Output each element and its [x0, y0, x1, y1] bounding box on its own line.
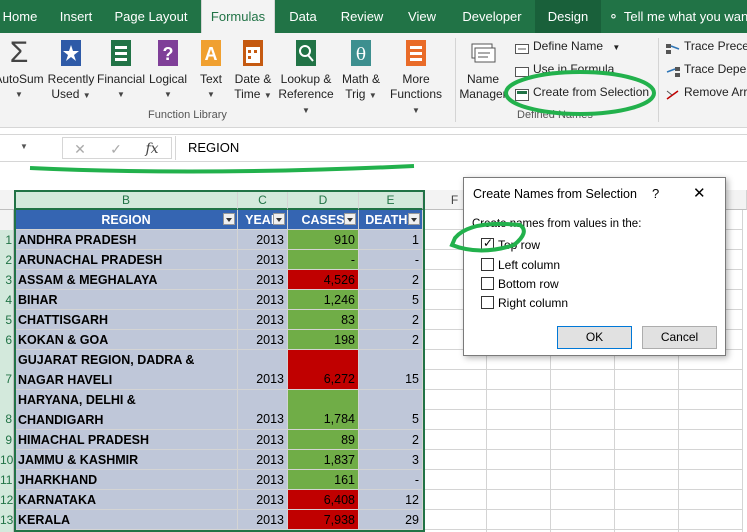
annotation-circle	[504, 70, 656, 116]
annotation-overlay	[29, 70, 656, 253]
annotation-scribble	[449, 221, 526, 253]
excel-window: Home Insert Page Layout Formulas Data Re…	[0, 0, 747, 532]
annotation-underline	[29, 164, 415, 174]
